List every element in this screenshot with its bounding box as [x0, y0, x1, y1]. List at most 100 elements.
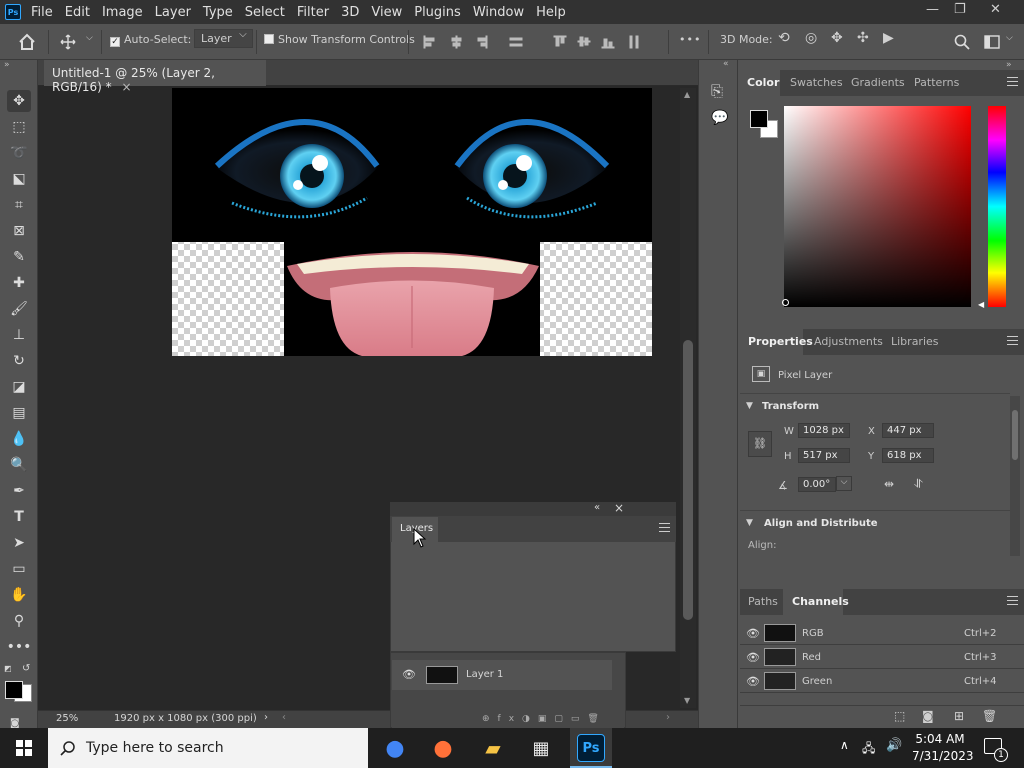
zoom-tool-icon[interactable]: ⚲ [7, 610, 31, 632]
object-select-tool-icon[interactable]: ⬕ [7, 168, 31, 190]
scroll-down-icon[interactable]: ▼ [684, 696, 690, 705]
panel-menu-icon[interactable] [659, 523, 670, 532]
width-field[interactable]: 1028 px [798, 423, 850, 438]
healing-brush-tool-icon[interactable]: ✚ [7, 272, 31, 294]
collapse-panels-icon[interactable]: » [1006, 60, 1012, 70]
edit-toolbar-icon[interactable]: ••• [7, 636, 32, 658]
workspace-icon[interactable] [984, 35, 1000, 49]
chrome-icon[interactable]: ● [381, 734, 409, 762]
store-icon[interactable]: ▦ [527, 734, 555, 762]
history-brush-tool-icon[interactable]: ↻ [7, 350, 31, 372]
eye-icon[interactable]: 👁 [746, 651, 760, 664]
angle-field[interactable]: 0.00° [798, 477, 836, 492]
vertical-scrollbar-thumb[interactable] [683, 340, 693, 620]
path-selection-tool-icon[interactable]: ➤ [7, 532, 31, 554]
menu-type[interactable]: Type [203, 5, 233, 20]
status-arrow-icon[interactable]: › [264, 712, 268, 723]
menu-plugins[interactable]: Plugins [414, 5, 461, 20]
eyedropper-tool-icon[interactable]: ✎ [7, 246, 31, 268]
layers-footer-icons[interactable]: ⊕fx◑▣▢▭🗑 [482, 714, 607, 724]
document-canvas[interactable] [172, 88, 652, 356]
start-button[interactable] [0, 728, 48, 768]
file-explorer-icon[interactable]: ▰ [479, 734, 507, 762]
tab-libraries[interactable]: Libraries [891, 335, 939, 348]
panel-menu-icon[interactable] [1007, 596, 1018, 605]
show-hidden-icons-icon[interactable]: ∧ [840, 738, 849, 752]
pen-tool-icon[interactable]: ✒ [7, 480, 31, 502]
flip-vertical-icon[interactable]: ⥯ [914, 477, 923, 492]
crop-tool-icon[interactable]: ⌗ [7, 194, 31, 216]
default-colors-icon[interactable]: ◩ [4, 664, 12, 673]
search-icon[interactable] [954, 34, 970, 50]
flip-horizontal-icon[interactable]: ⇹ [884, 477, 894, 491]
hscroll-right-icon[interactable]: › [666, 712, 670, 723]
tab-swatches[interactable]: Swatches [790, 76, 843, 89]
close-document-icon[interactable]: × [122, 80, 132, 94]
chevron-down-icon[interactable]: ⌵ [86, 33, 93, 43]
hue-slider[interactable] [988, 106, 1006, 307]
align-disclosure-icon[interactable]: ▼ [746, 518, 753, 528]
rectangle-tool-icon[interactable]: ▭ [7, 558, 31, 580]
home-icon[interactable] [18, 33, 36, 51]
menu-file[interactable]: File [31, 5, 53, 20]
gradient-tool-icon[interactable]: ▤ [7, 402, 31, 424]
swap-colors-icon[interactable]: ↺ [22, 663, 30, 674]
3d-orbit-icon[interactable]: ⟲ [778, 30, 790, 46]
collapse-strip-icon[interactable]: « [723, 59, 729, 69]
minimize-button[interactable]: — [926, 2, 939, 17]
document-info[interactable]: 1920 px x 1080 px (300 ppi) [114, 713, 257, 724]
tab-properties[interactable]: Properties [748, 335, 813, 348]
auto-select-checkbox[interactable]: Auto-Select: [110, 33, 191, 47]
lasso-tool-icon[interactable]: ➰ [7, 142, 31, 164]
eye-icon[interactable]: 👁 [402, 668, 416, 681]
close-window-button[interactable]: ✕ [990, 2, 1001, 17]
y-field[interactable]: 618 px [882, 448, 934, 463]
3d-camera-icon[interactable]: ▶ [883, 30, 894, 46]
show-transform-checkbox[interactable]: Show Transform Controls [264, 33, 415, 46]
expand-toolbar-icon[interactable]: » [4, 60, 10, 70]
tab-channels[interactable]: Channels [792, 595, 849, 608]
foreground-color-swatch[interactable] [5, 681, 23, 699]
move-tool-icon[interactable]: ✥ [7, 90, 31, 112]
tab-patterns[interactable]: Patterns [914, 76, 959, 89]
height-field[interactable]: 517 px [798, 448, 850, 463]
delete-channel-icon[interactable]: 🗑 [982, 709, 997, 723]
restore-button[interactable]: ❐ [954, 2, 966, 17]
close-panel-icon[interactable]: × [614, 501, 624, 515]
align-buttons-icon[interactable] [422, 34, 642, 50]
menu-help[interactable]: Help [536, 5, 566, 20]
x-field[interactable]: 447 px [882, 423, 934, 438]
channel-row[interactable]: 👁 Green Ctrl+4 [740, 670, 1024, 693]
tab-adjustments[interactable]: Adjustments [814, 335, 883, 348]
workspace-chevron-icon[interactable]: ⌵ [1006, 33, 1013, 43]
transform-disclosure-icon[interactable]: ▼ [746, 401, 753, 411]
photoshop-taskbar-icon[interactable]: Ps [577, 734, 605, 762]
eye-icon[interactable]: 👁 [746, 627, 760, 640]
history-panel-icon[interactable]: ⎘ [711, 82, 723, 100]
menu-view[interactable]: View [371, 5, 402, 20]
menu-filter[interactable]: Filter [297, 5, 329, 20]
load-selection-icon[interactable]: ⬚ [894, 709, 905, 723]
comments-panel-icon[interactable]: 💬 [711, 110, 728, 126]
eraser-tool-icon[interactable]: ◪ [7, 376, 31, 398]
volume-icon[interactable]: 🔊 [886, 738, 902, 753]
brush-tool-icon[interactable]: 🖌 [7, 298, 31, 320]
color-picker-handle[interactable] [782, 299, 789, 306]
panel-menu-icon[interactable] [1007, 336, 1018, 345]
dodge-tool-icon[interactable]: 🔍 [7, 454, 31, 476]
hscroll-left-icon[interactable]: ‹ [282, 712, 286, 723]
3d-slide-icon[interactable]: ✣ [857, 30, 869, 46]
color-field[interactable] [784, 106, 971, 307]
menu-select[interactable]: Select [245, 5, 285, 20]
taskbar-search-box[interactable]: Type here to search [48, 728, 368, 768]
tab-paths[interactable]: Paths [748, 595, 778, 608]
more-options-button[interactable]: ••• [679, 33, 701, 46]
save-selection-icon[interactable]: ◙ [922, 709, 934, 723]
color-foreground-swatch[interactable] [750, 110, 768, 128]
menu-window[interactable]: Window [473, 5, 524, 20]
properties-scrollbar-thumb[interactable] [1012, 410, 1018, 460]
zoom-level[interactable]: 25% [56, 713, 78, 724]
clone-stamp-tool-icon[interactable]: ⊥ [7, 324, 31, 346]
menu-edit[interactable]: Edit [65, 5, 90, 20]
menu-3d[interactable]: 3D [341, 5, 359, 20]
